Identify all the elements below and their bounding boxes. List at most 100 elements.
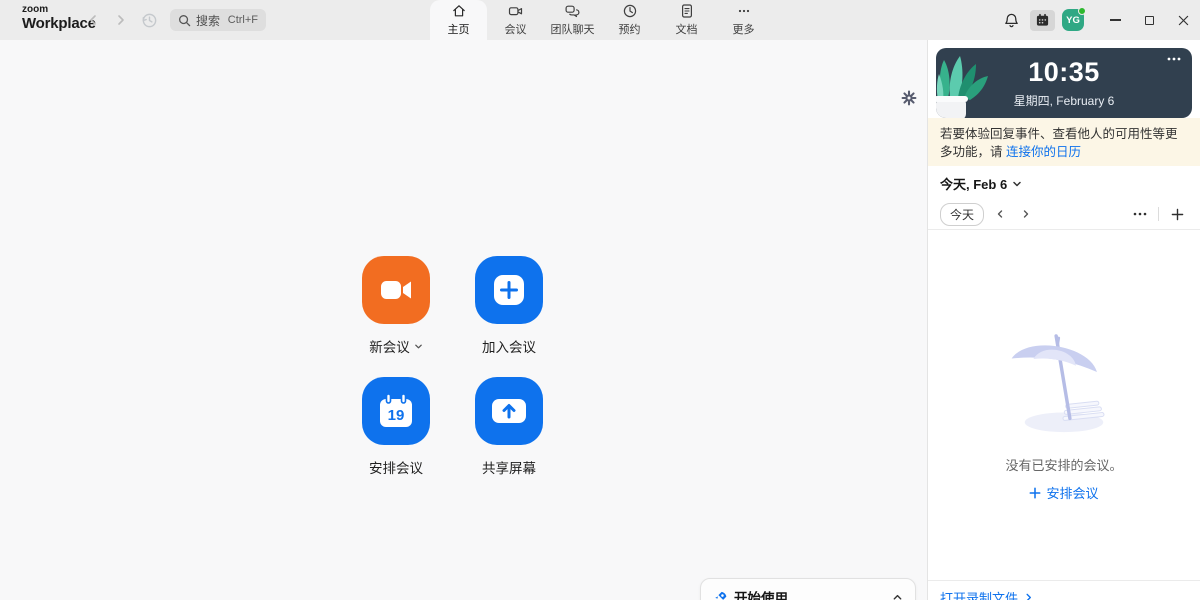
close-button[interactable] (1166, 0, 1200, 40)
calendar-day-number: 19 (388, 407, 405, 424)
schedule-meeting-link-label: 安排会议 (1046, 483, 1098, 502)
chevron-down-icon (414, 342, 423, 351)
empty-schedule-state: 没有已安排的会议。 安排会议 (928, 332, 1200, 504)
maximize-button[interactable] (1132, 0, 1166, 40)
next-day-button[interactable] (1016, 204, 1036, 224)
schedule-meeting-button[interactable]: 19 安排会议 (335, 377, 457, 477)
ellipsis-icon (1133, 212, 1147, 216)
chevron-up-icon[interactable] (892, 592, 903, 600)
chevron-down-icon (1012, 179, 1022, 189)
chevron-left-icon (995, 209, 1005, 219)
chevron-right-icon (1024, 593, 1033, 600)
settings-button[interactable] (899, 88, 919, 108)
tab-bookings-label: 预约 (619, 21, 641, 37)
new-meeting-button[interactable]: 新会议 (335, 256, 457, 356)
calendar-icon (1035, 13, 1050, 27)
forward-icon (115, 14, 127, 26)
history-button[interactable] (138, 9, 160, 31)
clock-time: 10:35 (936, 57, 1192, 88)
schedule-meeting-tile: 19 (362, 377, 430, 445)
getting-started-title: 开始使用 (734, 587, 886, 600)
calendar-toolbar: 今天 (928, 200, 1200, 228)
date-header[interactable]: 今天, Feb 6 (940, 174, 1022, 193)
tab-docs[interactable]: 文档 (658, 0, 715, 40)
main-tabs: 主页 会议 团队聊天 预约 (430, 0, 772, 40)
bell-icon (1003, 12, 1020, 29)
connect-calendar-banner: 若要体验回复事件、查看他人的可用性等更多功能，请 连接你的日历 (928, 118, 1200, 166)
avatar-initials: YG (1066, 15, 1080, 26)
tab-team-chat-label: 团队聊天 (551, 21, 595, 37)
schedule-calendar-icon: 19 (377, 393, 415, 429)
plus-icon (1171, 208, 1184, 221)
tab-bookings[interactable]: 预约 (601, 0, 658, 40)
gear-icon (901, 90, 917, 106)
close-icon (1178, 15, 1189, 26)
umbrella-icon (1005, 332, 1123, 438)
calendar-button[interactable] (1030, 10, 1055, 31)
open-recordings-label: 打开录制文件 (940, 588, 1018, 600)
tab-meetings-label: 会议 (505, 21, 527, 37)
new-meeting-tile (362, 256, 430, 324)
prev-day-button[interactable] (990, 204, 1010, 224)
schedule-meeting-link[interactable]: 安排会议 (1029, 483, 1098, 502)
date-header-label: 今天, Feb 6 (940, 174, 1007, 193)
join-plus-icon (491, 272, 527, 308)
presence-dot (1078, 7, 1086, 15)
open-recordings-link[interactable]: 打开录制文件 (940, 588, 1033, 600)
toolbar-divider (1158, 207, 1159, 221)
minimize-button[interactable] (1098, 0, 1132, 40)
toolbar-bottom-divider (928, 229, 1200, 230)
avatar[interactable]: YG (1062, 9, 1084, 31)
join-meeting-label: 加入会议 (482, 336, 536, 356)
tab-home[interactable]: 主页 (430, 0, 487, 40)
team-chat-icon (564, 3, 581, 19)
clock-card: 10:35 星期四, February 6 (936, 48, 1192, 118)
today-button[interactable]: 今天 (940, 203, 984, 226)
maximize-icon (1145, 16, 1154, 25)
add-event-button[interactable] (1166, 204, 1188, 224)
tab-home-label: 主页 (448, 21, 470, 37)
share-screen-icon (490, 393, 528, 429)
footer-divider (928, 580, 1200, 581)
search-placeholder: 搜索 (196, 12, 223, 29)
search-input[interactable]: 搜索 Ctrl+F (170, 9, 266, 31)
tab-meetings[interactable]: 会议 (487, 0, 544, 40)
tab-team-chat[interactable]: 团队聊天 (544, 0, 601, 40)
minimize-icon (1110, 19, 1121, 20)
new-meeting-label: 新会议 (369, 336, 410, 356)
getting-started-card[interactable]: 开始使用 0/3 (700, 578, 916, 600)
rocket-icon (713, 590, 728, 600)
tab-more[interactable]: 更多 (715, 0, 772, 40)
history-icon (141, 12, 158, 29)
chevron-right-icon (1021, 209, 1031, 219)
share-screen-button[interactable]: 共享屏幕 (448, 377, 570, 477)
meetings-icon (507, 3, 524, 19)
forward-button[interactable] (112, 11, 130, 29)
bookings-icon (622, 3, 638, 19)
join-meeting-tile (475, 256, 543, 324)
more-icon (736, 3, 752, 19)
join-meeting-button[interactable]: 加入会议 (448, 256, 570, 356)
share-screen-tile (475, 377, 543, 445)
plus-icon (1029, 487, 1041, 499)
search-icon (178, 14, 191, 27)
back-icon (87, 14, 99, 26)
calendar-more-button[interactable] (1129, 204, 1151, 224)
title-bar: zoom Workplace 搜索 Ctrl+F 主页 (0, 0, 1200, 40)
docs-icon (679, 3, 695, 19)
clock-date: 星期四, February 6 (936, 92, 1192, 109)
connect-calendar-link[interactable]: 连接你的日历 (1006, 145, 1081, 159)
home-icon (451, 3, 467, 19)
back-button[interactable] (84, 11, 102, 29)
share-screen-label: 共享屏幕 (482, 457, 536, 477)
search-shortcut: Ctrl+F (228, 14, 258, 26)
clock-card-menu-button[interactable] (1166, 56, 1182, 62)
tab-docs-label: 文档 (676, 21, 698, 37)
new-meeting-camera-icon (378, 272, 414, 308)
notifications-button[interactable] (998, 7, 1024, 33)
header-right-controls: YG (998, 0, 1200, 40)
empty-message: 没有已安排的会议。 (928, 455, 1200, 474)
tab-more-label: 更多 (733, 21, 755, 37)
home-panel: 新会议 加入会议 19 安排会议 (0, 40, 928, 600)
schedule-meeting-label: 安排会议 (369, 457, 423, 477)
